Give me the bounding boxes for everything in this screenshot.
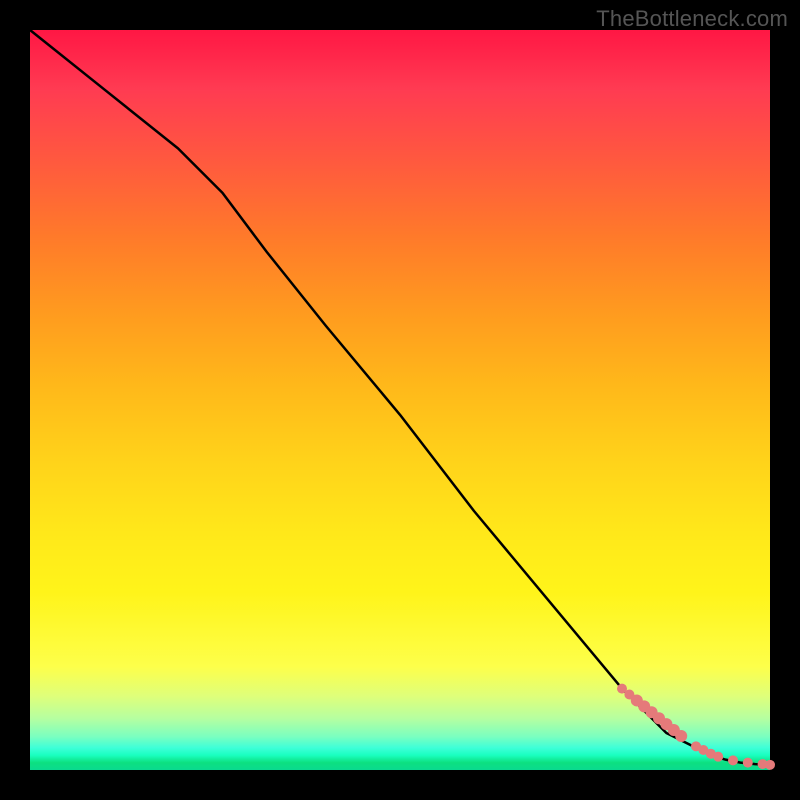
highlight-point	[713, 752, 723, 762]
highlight-point	[743, 758, 753, 768]
highlight-point	[728, 755, 738, 765]
highlight-point	[765, 760, 775, 770]
bottleneck-curve	[30, 30, 770, 765]
chart-frame: TheBottleneck.com	[0, 0, 800, 800]
highlight-point	[675, 730, 687, 742]
watermark-text: TheBottleneck.com	[596, 6, 788, 32]
chart-svg	[30, 30, 770, 770]
highlight-points-group	[617, 684, 775, 770]
